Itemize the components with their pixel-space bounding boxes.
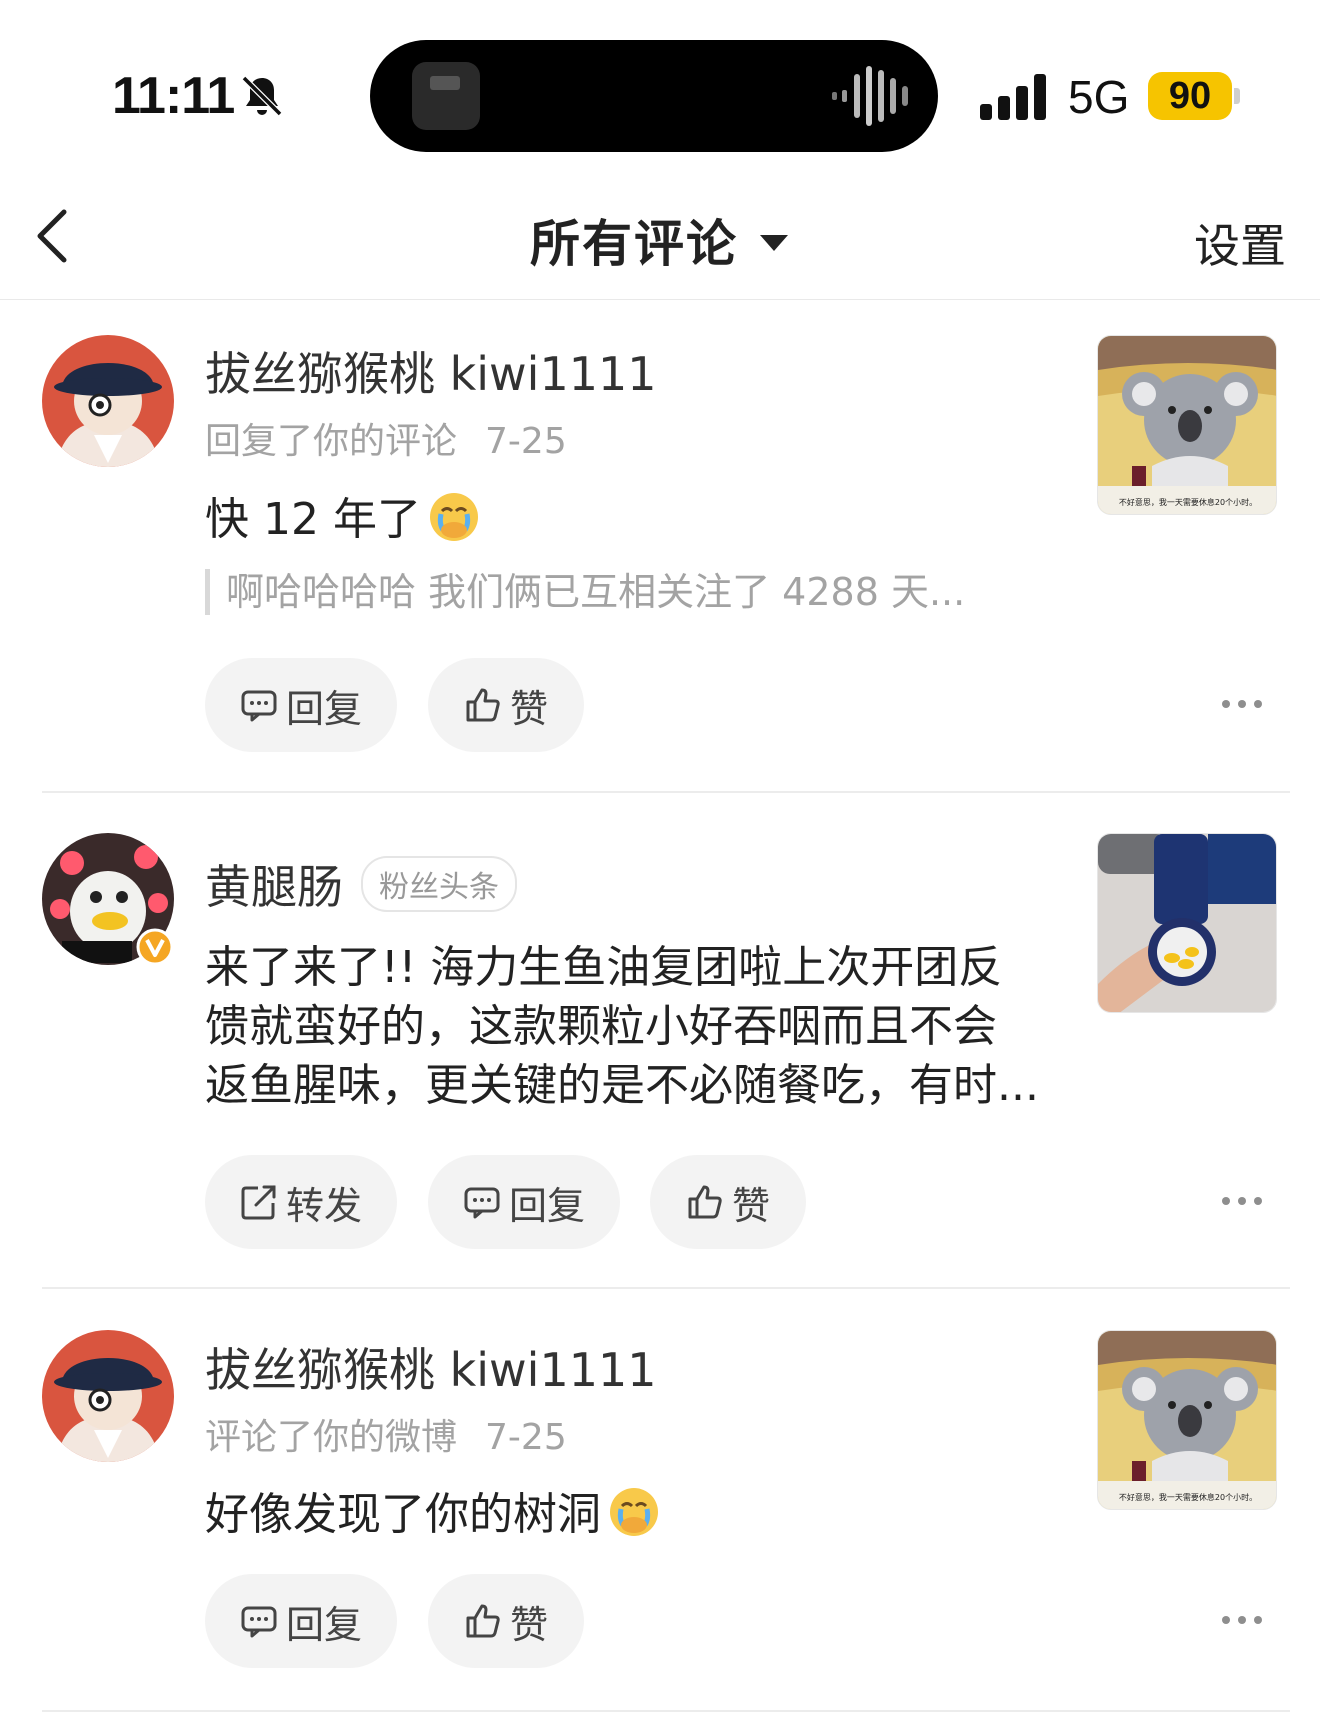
comment-text[interactable]: 来了来了!! 海力生鱼油复团啦上次开团反 馈就蛮好的，这款颗粒小好吞咽而且不会 …	[205, 938, 1039, 1115]
settings-button[interactable]: 设置	[1194, 210, 1286, 276]
chat-bubble-icon	[464, 1187, 500, 1219]
post-thumbnail[interactable]: 不好意思，我一天需要休息20个小时。	[1097, 1330, 1277, 1510]
repost-button[interactable]: 转发	[205, 1155, 397, 1249]
chat-bubble-icon	[241, 1606, 277, 1638]
like-label: 赞	[509, 686, 548, 731]
username[interactable]: 拔丝猕猴桃 kiwi1111	[205, 338, 657, 404]
post-thumbnail[interactable]: 不好意思，我一天需要休息20个小时。	[1097, 335, 1277, 515]
reply-button[interactable]: 回复	[205, 1574, 397, 1668]
caret-down-icon	[760, 235, 788, 251]
user-row: 黄腿肠 粉丝头条	[205, 851, 517, 917]
battery-level: 90	[1168, 75, 1212, 117]
thumbs-up-icon	[466, 1604, 500, 1638]
divider	[42, 791, 1290, 793]
post-thumbnail[interactable]	[1097, 833, 1277, 1013]
verified-badge-icon	[136, 928, 174, 966]
divider	[42, 1287, 1290, 1289]
reply-label: 回复	[285, 1602, 362, 1647]
like-label: 赞	[731, 1183, 770, 1228]
live-activity-icon	[412, 62, 480, 130]
quoted-comment[interactable]: 啊哈哈哈哈 我们俩已互相关注了 4288 天...	[205, 569, 965, 615]
bell-slash-icon	[241, 75, 283, 117]
back-arrow-icon[interactable]	[30, 206, 78, 266]
network-type: 5G	[1068, 71, 1130, 123]
comment-text-line: 返鱼腥味，更关键的是不必随餐吃，有时...	[205, 1060, 1039, 1111]
audio-wave-icon	[832, 66, 908, 126]
nav-bar: 所有评论 设置	[0, 160, 1320, 300]
username[interactable]: 拔丝猕猴桃 kiwi1111	[205, 1334, 657, 1400]
comment-meta: 评论了你的微博 7-25	[205, 1408, 567, 1460]
user-row: 拔丝猕猴桃 kiwi1111	[205, 1334, 657, 1400]
cellular-signal-icon	[980, 74, 1046, 120]
more-options-icon[interactable]	[1222, 1195, 1262, 1207]
battery-icon: 90	[1148, 72, 1232, 120]
comment-date: 7-25	[485, 421, 567, 462]
filter-dropdown[interactable]: 所有评论	[530, 204, 788, 276]
meta-action: 回复了你的评论	[205, 421, 458, 462]
clock: 11:11	[112, 67, 235, 125]
comment-meta: 回复了你的评论 7-25	[205, 412, 567, 464]
like-button[interactable]: 赞	[428, 658, 584, 752]
like-button[interactable]: 赞	[428, 1574, 584, 1668]
reply-button[interactable]: 回复	[428, 1155, 620, 1249]
comment-text-row[interactable]: 快 12 年了	[205, 490, 481, 549]
comment-text-line: 馈就蛮好的，这款颗粒小好吞咽而且不会	[205, 1001, 997, 1052]
comment-text: 好像发现了你的树洞	[205, 1489, 601, 1540]
crying-face-emoji-icon	[429, 493, 478, 541]
like-label: 赞	[509, 1602, 548, 1647]
thumbs-up-icon	[466, 688, 500, 722]
thumbnail-caption: 不好意思，我一天需要休息20个小时。	[1119, 1492, 1257, 1502]
repost-label: 转发	[285, 1183, 362, 1228]
thumbnail-caption: 不好意思，我一天需要休息20个小时。	[1119, 497, 1257, 507]
reply-button[interactable]: 回复	[205, 658, 397, 752]
avatar[interactable]	[42, 335, 174, 467]
comment-text: 快 12 年了	[205, 494, 421, 545]
dynamic-island[interactable]	[370, 40, 938, 152]
thumbs-up-icon	[688, 1185, 722, 1219]
page-title: 所有评论	[530, 215, 738, 273]
comment-text-row[interactable]: 好像发现了你的树洞	[205, 1485, 661, 1544]
more-options-icon[interactable]	[1222, 698, 1262, 710]
comment-text-line: 来了来了!! 海力生鱼油复团啦上次开团反	[205, 942, 1003, 993]
status-bar: 11:11 5G 90	[0, 0, 1320, 152]
username[interactable]: 黄腿肠	[205, 851, 343, 917]
avatar[interactable]	[42, 1330, 174, 1462]
share-icon	[241, 1185, 276, 1220]
meta-action: 评论了你的微博	[205, 1417, 458, 1458]
fan-headline-badge: 粉丝头条	[361, 856, 517, 912]
more-options-icon[interactable]	[1222, 1614, 1262, 1626]
divider	[42, 1710, 1290, 1712]
like-button[interactable]: 赞	[650, 1155, 806, 1249]
reply-label: 回复	[285, 686, 362, 731]
reply-label: 回复	[508, 1183, 585, 1228]
chat-bubble-icon	[241, 690, 277, 722]
crying-face-emoji-icon	[610, 1488, 658, 1536]
comment-date: 7-25	[485, 1417, 567, 1458]
battery-tip	[1234, 88, 1240, 104]
user-row: 拔丝猕猴桃 kiwi1111	[205, 338, 657, 404]
